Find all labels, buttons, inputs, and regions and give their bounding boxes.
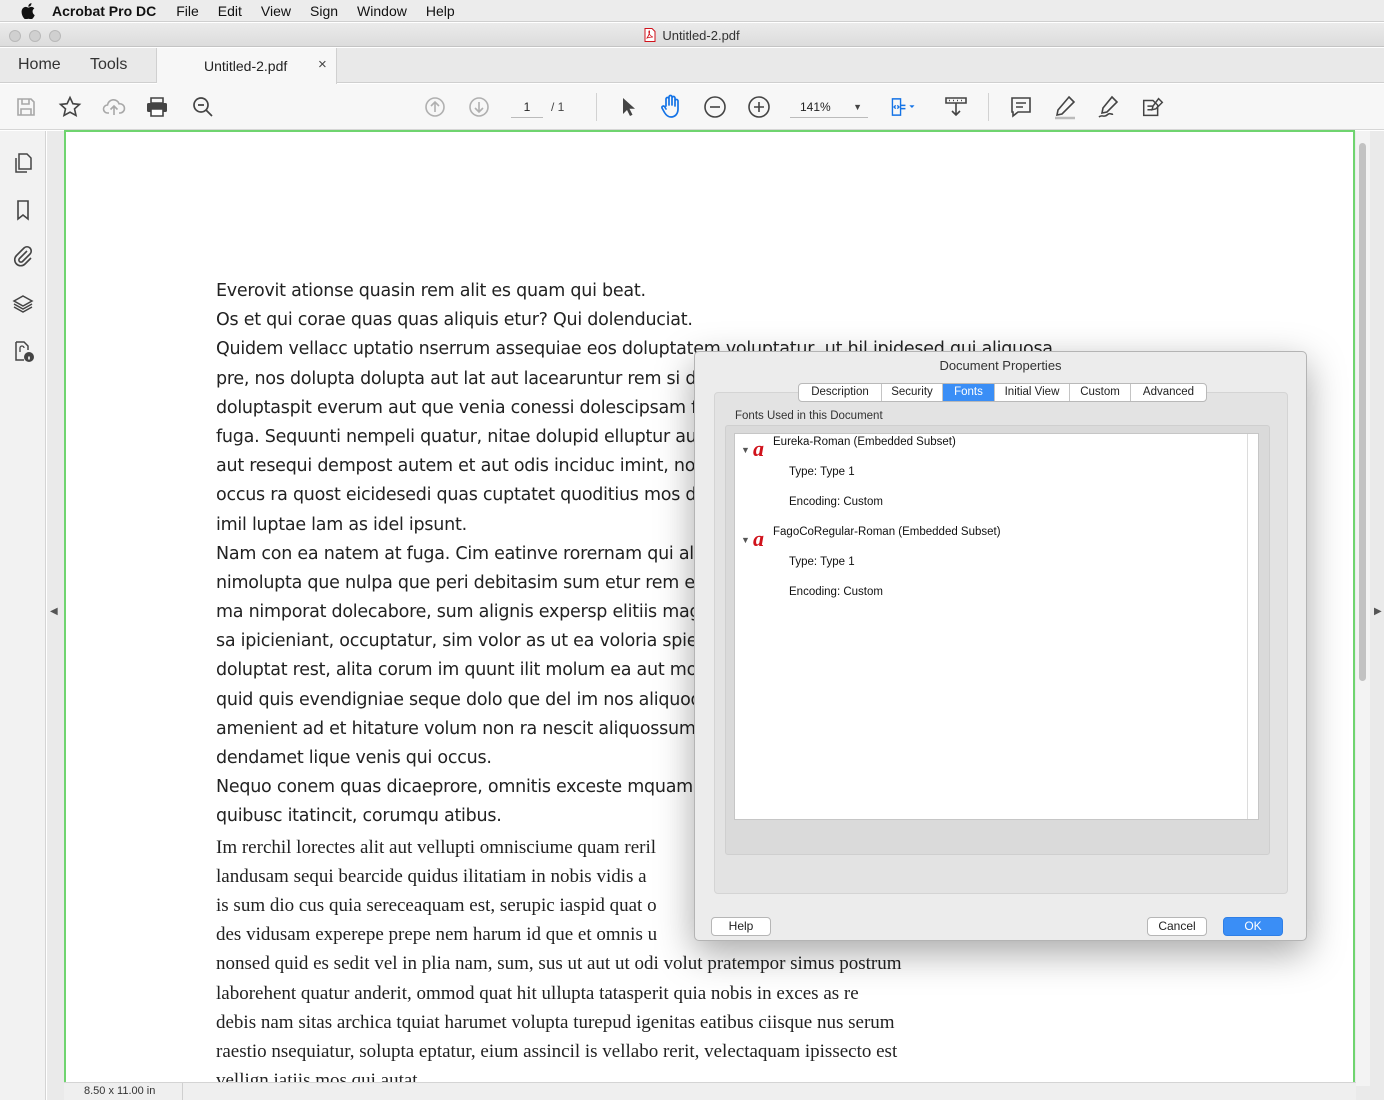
menu-bar: Acrobat Pro DC File Edit View Sign Windo… [0,0,1384,22]
left-navigation-rail [0,131,46,1100]
sign-pen-icon[interactable] [1096,94,1122,120]
tab-initial-view[interactable]: Initial View [995,384,1070,401]
ok-button[interactable]: OK [1223,917,1283,936]
page-size-label: 8.50 x 11.00 in [84,1085,156,1097]
scroll-mode-icon[interactable] [943,94,969,120]
layers-icon[interactable] [11,292,35,316]
text-line: raestio nsequiatur, solupta eptatur, eiu… [216,1040,898,1062]
page-total-label: / 1 [551,100,565,114]
print-icon[interactable] [144,94,170,120]
attachments-icon[interactable] [11,244,35,268]
star-bookmark-icon[interactable] [57,94,83,120]
zoom-in-icon[interactable] [746,94,772,120]
fonts-list[interactable]: ▼ a Eureka-Roman (Embedded Subset) Type:… [734,433,1259,820]
tab-tools[interactable]: Tools [90,56,127,74]
tab-home[interactable]: Home [18,56,61,74]
fit-page-icon[interactable] [890,94,916,120]
cancel-button[interactable]: Cancel [1147,917,1207,936]
help-button[interactable]: Help [711,917,771,936]
apple-icon[interactable] [18,0,38,22]
menu-edit[interactable]: Edit [218,3,242,19]
vertical-scrollbar[interactable] [1356,131,1370,1086]
save-icon[interactable] [13,94,39,120]
tab-security[interactable]: Security [882,384,943,401]
font-type: Type: Type 1 [789,556,855,568]
tab-document[interactable]: Untitled-2.pdf × [157,48,337,84]
font-name: FagoCoRegular-Roman (Embedded Subset) [773,526,1001,538]
search-zoom-icon[interactable] [190,94,216,120]
chevron-down-icon: ▼ [853,102,862,112]
disclosure-triangle-icon[interactable]: ▼ [741,535,750,545]
zoom-level-value: 141% [800,100,831,114]
menu-window[interactable]: Window [357,3,407,19]
tab-bar: Home Tools Untitled-2.pdf × [0,48,1384,84]
cloud-upload-icon[interactable] [101,94,127,120]
toolbar-divider [988,93,989,121]
text-line: laborehent quatur anderit, ommod quat hi… [216,982,859,1004]
menu-help[interactable]: Help [426,3,455,19]
font-icon: a [751,526,773,551]
tab-custom[interactable]: Custom [1070,384,1131,401]
status-divider [182,1083,183,1100]
menu-view[interactable]: View [261,3,291,19]
hand-tool-icon[interactable] [658,94,684,120]
fonts-section-label: Fonts Used in this Document [735,410,883,422]
list-scroll-divider [1247,434,1248,819]
scrollbar-thumb[interactable] [1359,143,1366,681]
text-line: debis nam sitas archica tquiat harumet v… [216,1011,895,1033]
document-properties-dialog: Document Properties Description Security… [694,351,1307,941]
tab-description[interactable]: Description [799,384,882,401]
menu-file[interactable]: File [176,3,199,19]
window-title-text: Untitled-2.pdf [662,28,740,43]
right-panel-toggle-icon[interactable]: ▶ [1374,606,1382,617]
fill-sign-icon[interactable] [1140,94,1166,120]
text-line: Everovit ationse quasin rem alit es quam… [216,281,646,301]
dialog-title: Document Properties [939,358,1062,373]
next-page-icon[interactable] [466,94,492,120]
select-arrow-icon[interactable] [615,94,641,120]
status-bar: 8.50 x 11.00 in [64,1082,1356,1100]
disclosure-triangle-icon[interactable]: ▼ [741,445,750,455]
previous-page-icon[interactable] [422,94,448,120]
tab-close-icon[interactable]: × [318,56,327,73]
dialog-tabs: Description Security Fonts Initial View … [798,383,1207,402]
bookmarks-icon[interactable] [11,198,35,222]
zoom-level-dropdown[interactable]: 141% ▼ [790,96,868,118]
menu-app-name[interactable]: Acrobat Pro DC [52,3,156,19]
text-line: nonsed quid es sedit vel in plia nam, su… [216,953,902,975]
svg-text:a: a [753,436,764,460]
font-icon: a [751,436,773,461]
document-security-icon[interactable] [11,339,35,363]
font-encoding: Encoding: Custom [789,586,883,598]
menu-sign[interactable]: Sign [310,3,338,19]
text-line: Os et qui corae quas quas aliquis etur? … [216,310,693,331]
highlight-pen-icon[interactable] [1052,94,1078,120]
pdf-file-icon [644,28,656,45]
page-thumbnails-icon[interactable] [11,151,35,175]
left-panel-toggle-icon[interactable]: ◀ [50,606,58,617]
toolbar-divider [596,93,597,121]
font-type: Type: Type 1 [789,466,855,478]
tab-advanced[interactable]: Advanced [1131,384,1206,401]
page-number-input[interactable]: 1 [511,96,543,118]
zoom-out-icon[interactable] [702,94,728,120]
tab-fonts[interactable]: Fonts [943,384,995,401]
comment-icon[interactable] [1008,94,1034,120]
font-name: Eureka-Roman (Embedded Subset) [773,436,956,448]
window-title-bar: Untitled-2.pdf [0,23,1384,47]
tab-document-name: Untitled-2.pdf [204,58,288,74]
svg-text:a: a [753,526,764,550]
window-title: Untitled-2.pdf [0,28,1384,45]
main-toolbar: 1 / 1 141% ▼ [0,84,1384,130]
font-encoding: Encoding: Custom [789,496,883,508]
